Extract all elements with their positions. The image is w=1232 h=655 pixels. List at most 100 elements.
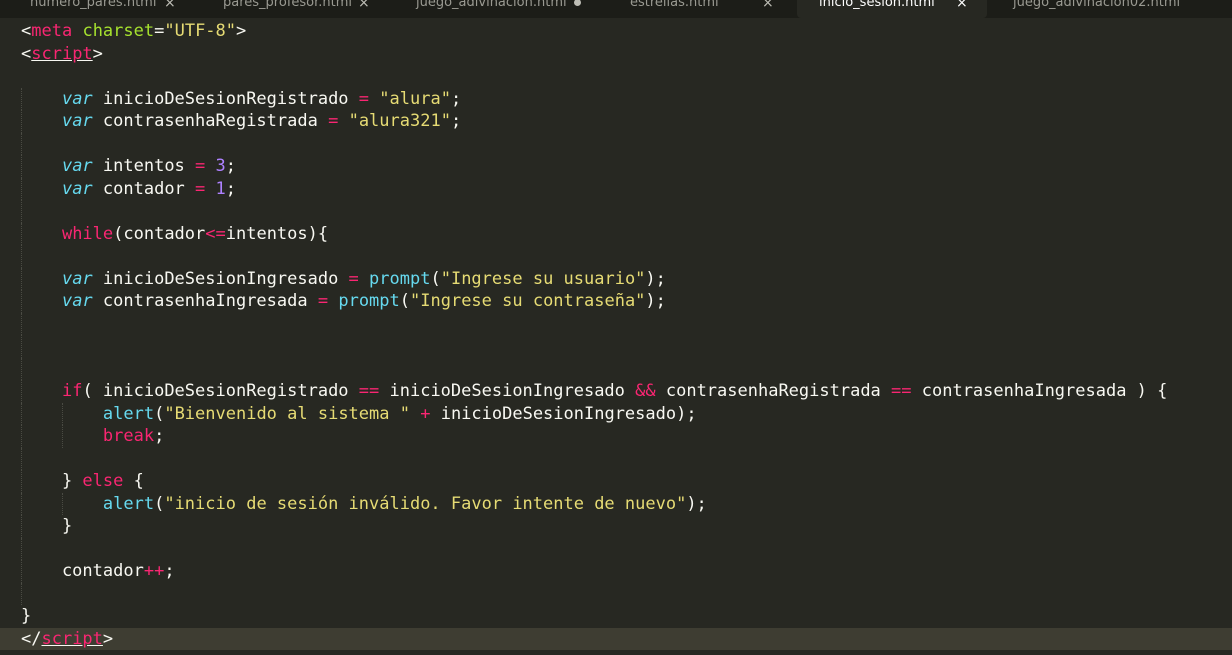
tag-token: script — [41, 628, 103, 649]
indent-guide — [62, 425, 64, 448]
code-token: } — [21, 471, 83, 491]
indent-guide — [21, 312, 22, 335]
string-token: "Bienvenido al sistema " — [164, 403, 410, 424]
tab-0[interactable]: numero_pares.html × — [8, 0, 193, 18]
tab-label: inicio_sesion.html — [819, 0, 935, 10]
indent-guide — [21, 380, 22, 403]
code-token: contrasenhaIngresada — [92, 291, 318, 311]
code-line[interactable] — [0, 582, 1232, 605]
operator-token: = — [328, 111, 339, 131]
function-token: prompt — [369, 268, 431, 289]
code-token: ( — [154, 403, 165, 424]
code-line[interactable]: var contador = 1; — [0, 177, 1232, 200]
tab-label: pares_profesor.html — [223, 0, 353, 10]
code-token: ); — [686, 493, 707, 514]
code-line[interactable] — [0, 200, 1232, 223]
tab-4[interactable]: inicio_sesion.html × — [797, 0, 987, 18]
operator-token: = — [317, 291, 329, 311]
tab-2[interactable]: juego_adivinacion.html — [394, 0, 597, 18]
function-token: alert — [102, 493, 155, 514]
close-icon[interactable]: × — [164, 0, 176, 15]
code-line[interactable]: var inicioDeSesionRegistrado = "alura"; — [0, 87, 1232, 110]
code-line[interactable]: var contrasenhaRegistrada = "alura321"; — [0, 110, 1232, 133]
code-token: inicioDeSesionIngresado — [379, 381, 636, 401]
storage-token: var — [61, 178, 93, 199]
code-line[interactable] — [0, 447, 1232, 470]
code-line[interactable] — [0, 132, 1232, 155]
code-token: ; — [225, 178, 237, 199]
code-token: > — [236, 21, 247, 41]
code-token: } — [21, 606, 32, 626]
indent-guide — [21, 110, 22, 133]
code-line[interactable]: } else { — [0, 470, 1232, 493]
code-token: contrasenhaIngresada ) { — [911, 381, 1168, 401]
indent-guide — [21, 402, 22, 425]
code-line[interactable]: <script> — [0, 43, 1232, 66]
code-line[interactable]: contador++; — [0, 560, 1232, 583]
code-token: ; — [154, 426, 165, 446]
code-token: contador — [92, 178, 196, 199]
code-line[interactable] — [0, 357, 1232, 380]
keyword-token: break — [102, 426, 155, 446]
code-line[interactable]: } — [0, 605, 1232, 628]
close-icon[interactable]: × — [762, 0, 774, 15]
string-token: "Ingrese su contraseña" — [410, 291, 646, 311]
code-token: < — [21, 43, 32, 64]
close-icon[interactable]: × — [956, 0, 968, 15]
tab-label: juego_adivinacion02.html — [1013, 0, 1181, 10]
code-editor[interactable]: numero_pares.html × pares_profesor.html × ju… — [0, 0, 1232, 655]
code-line[interactable] — [0, 335, 1232, 358]
code-token: = — [154, 21, 165, 41]
code-line[interactable]: var intentos = 3; — [0, 155, 1232, 178]
code-token: (contador — [113, 223, 206, 244]
storage-token: var — [61, 156, 93, 176]
tab-5[interactable]: juego_adivinacion02.html — [995, 0, 1232, 18]
code-line[interactable]: alert("inicio de sesión inválido. Favor … — [0, 492, 1232, 515]
code-line[interactable]: alert("Bienvenido al sistema " + inicioD… — [0, 402, 1232, 425]
code-line[interactable]: var contrasenhaIngresada = prompt("Ingre… — [0, 290, 1232, 313]
code-line[interactable]: var inicioDeSesionIngresado = prompt("In… — [0, 267, 1232, 290]
tab-3[interactable]: estrellas.html × — [605, 0, 791, 18]
operator-token: = — [195, 178, 206, 199]
unsaved-dot-icon[interactable] — [574, 0, 581, 6]
code-line[interactable] — [0, 537, 1232, 560]
code-line[interactable]: if( inicioDeSesionRegistrado == inicioDe… — [0, 380, 1232, 403]
code-token: contador — [21, 561, 144, 581]
code-token: </ — [21, 628, 42, 649]
code-token: ( — [154, 493, 165, 514]
indent-guide — [21, 470, 22, 493]
keyword-token: if — [61, 381, 83, 401]
code-line[interactable]: break; — [0, 425, 1232, 448]
operator-token: == — [358, 381, 380, 401]
code-line[interactable] — [0, 312, 1232, 335]
code-line[interactable] — [0, 65, 1232, 88]
indent-guide — [21, 425, 22, 448]
code-token: ( — [399, 291, 411, 311]
code-token: intentos — [92, 156, 196, 176]
tab-label: juego_adivinacion.html — [416, 0, 567, 10]
code-token: inicioDeSesionIngresado — [92, 268, 349, 289]
code-area[interactable]: <meta charset="UTF-8"> <script> var inici… — [0, 20, 1232, 650]
indent-guide — [21, 492, 22, 515]
operator-token: && — [635, 381, 656, 401]
indent-guide — [21, 515, 22, 538]
keyword-token: while — [61, 223, 114, 244]
tag-token: script — [31, 43, 93, 64]
indent-guide — [21, 582, 22, 605]
storage-token: var — [61, 268, 93, 289]
code-line[interactable]: </script> — [0, 627, 1232, 650]
indent-guide — [21, 537, 22, 560]
current-line-marker — [0, 627, 14, 650]
operator-token: = — [348, 268, 359, 289]
code-line[interactable] — [0, 245, 1232, 268]
close-icon[interactable]: × — [358, 0, 370, 15]
code-line[interactable]: <meta charset="UTF-8"> — [0, 20, 1232, 43]
code-line[interactable]: while(contador<=intentos){ — [0, 222, 1232, 245]
tab-1[interactable]: pares_profesor.html × — [201, 0, 387, 18]
code-line[interactable]: } — [0, 515, 1232, 538]
